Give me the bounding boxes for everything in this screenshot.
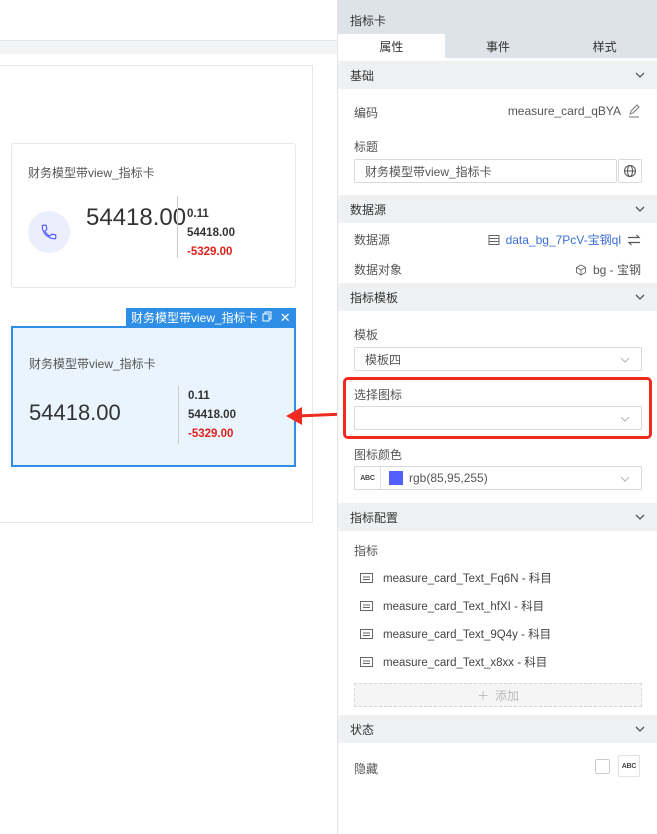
- metric-item[interactable]: measure_card_Text_x8xx - 科目: [360, 654, 547, 670]
- metric-item[interactable]: measure_card_Text_hfXI - 科目: [360, 598, 544, 614]
- divider: [177, 196, 178, 258]
- globe-icon[interactable]: [618, 159, 642, 183]
- metric-item[interactable]: measure_card_Text_9Q4y - 科目: [360, 626, 551, 642]
- divider: [178, 386, 179, 444]
- section-metric-config[interactable]: 指标配置: [338, 503, 657, 531]
- code-value: measure_card_qBYA: [507, 104, 621, 118]
- copy-icon[interactable]: [262, 311, 272, 325]
- section-datasource[interactable]: 数据源: [338, 195, 657, 223]
- swap-icon[interactable]: [627, 234, 641, 246]
- chevron-down-icon: [635, 514, 645, 520]
- metric-item-label: measure_card_Text_x8xx - 科目: [383, 657, 548, 669]
- metric-item-label: measure_card_Text_Fq6N - 科目: [383, 573, 552, 585]
- table-icon: [488, 234, 500, 245]
- chevron-down-icon: [620, 416, 630, 422]
- selected-component-tag[interactable]: 财务模型带view_指标卡 ✕: [126, 308, 296, 327]
- panel-title: 指标卡: [338, 0, 657, 34]
- data-object-value-row: bg - 宝钢: [575, 261, 641, 278]
- tab-styles[interactable]: 样式: [551, 34, 657, 58]
- datasource-value-row: data_bg_7PcV-宝钢ql: [488, 231, 641, 248]
- metrics-label: 指标: [354, 544, 379, 558]
- card-sub-value-1: 0.11: [188, 390, 210, 402]
- add-metric-button[interactable]: ＋ 添加: [354, 683, 642, 707]
- data-object-label: 数据对象: [354, 263, 403, 277]
- code-value-row: measure_card_qBYA: [508, 104, 641, 118]
- metric-item[interactable]: measure_card_Text_Fq6N - 科目: [360, 570, 552, 586]
- canvas-toolbar: [0, 0, 337, 41]
- text-field-icon: [360, 601, 373, 611]
- section-title: 状态: [350, 722, 375, 737]
- selected-component-name: 财务模型带view_指标卡: [131, 311, 258, 325]
- template-label: 模板: [354, 328, 379, 342]
- metric-card-selected[interactable]: 财务模型带view_指标卡 54418.00 0.11 54418.00 -53…: [11, 326, 296, 467]
- card-sub-value-2: 54418.00: [187, 227, 235, 239]
- section-title: 指标模板: [350, 290, 399, 305]
- text-field-icon: [360, 657, 373, 667]
- hide-checkbox[interactable]: [595, 759, 610, 774]
- plus-icon: ＋: [476, 688, 489, 703]
- phone-icon: [28, 211, 70, 253]
- icon-color-value: rgb(85,95,255): [409, 471, 488, 485]
- add-metric-label: 添加: [495, 688, 520, 703]
- chevron-down-icon: [635, 72, 645, 78]
- icon-select[interactable]: [354, 406, 642, 430]
- icon-color-label: 图标颜色: [354, 448, 403, 462]
- tab-events[interactable]: 事件: [445, 34, 552, 58]
- metric-card[interactable]: 财务模型带view_指标卡 54418.00 0.11 54418.00 -53…: [11, 143, 296, 288]
- datasource-link[interactable]: data_bg_7PcV-宝钢ql: [506, 231, 621, 248]
- card-title: 财务模型带view_指标卡: [29, 357, 156, 371]
- card-main-value: 54418.00: [86, 204, 187, 231]
- section-state[interactable]: 状态: [338, 715, 657, 743]
- section-title: 指标配置: [350, 510, 399, 525]
- icon-color-picker[interactable]: ABC rgb(85,95,255): [354, 466, 642, 490]
- chevron-down-icon: [635, 206, 645, 212]
- chevron-down-icon: [635, 294, 645, 300]
- card-sub-value-1: 0.11: [187, 208, 209, 220]
- hide-label: 隐藏: [354, 762, 379, 776]
- section-basic[interactable]: 基础: [338, 61, 657, 89]
- card-title: 财务模型带view_指标卡: [28, 166, 155, 180]
- icon-select-label: 选择图标: [354, 388, 403, 402]
- code-label: 编码: [354, 106, 379, 120]
- tab-properties[interactable]: 属性: [338, 34, 445, 58]
- section-template[interactable]: 指标模板: [338, 283, 657, 311]
- color-swatch[interactable]: [389, 471, 403, 485]
- card-sub-value-3: -5329.00: [187, 246, 233, 258]
- card-sub-value-2: 54418.00: [188, 409, 236, 421]
- card-main-value: 54418.00: [29, 400, 121, 425]
- section-title: 数据源: [350, 202, 387, 217]
- data-object-value: bg - 宝钢: [592, 263, 641, 277]
- text-field-icon: [360, 629, 373, 639]
- edit-icon[interactable]: [627, 104, 641, 118]
- text-field-icon: [360, 573, 373, 583]
- property-panel: 指标卡 属性 事件 样式 基础 编码 measure_card_qBYA 标题 …: [337, 0, 657, 834]
- datasource-label: 数据源: [354, 233, 391, 247]
- metric-item-label: measure_card_Text_hfXI - 科目: [383, 601, 545, 613]
- cube-icon: [576, 263, 586, 276]
- section-title: 基础: [350, 68, 375, 83]
- panel-tabs: 属性 事件 样式: [338, 34, 657, 58]
- metric-item-label: measure_card_Text_9Q4y - 科目: [383, 629, 552, 641]
- template-select[interactable]: 模板四: [354, 347, 642, 371]
- chevron-down-icon: [620, 357, 630, 363]
- title-input[interactable]: 财务模型带view_指标卡: [354, 159, 617, 183]
- chevron-down-icon: [635, 726, 645, 732]
- text-style-icon: ABC: [355, 467, 381, 489]
- template-select-value: 模板四: [365, 352, 402, 367]
- close-icon[interactable]: ✕: [280, 310, 291, 326]
- card-sub-value-3: -5329.00: [188, 428, 234, 440]
- chevron-down-icon: [620, 476, 630, 482]
- design-canvas-area: 财务模型带view_指标卡 54418.00 0.11 54418.00 -53…: [0, 0, 345, 834]
- text-style-icon[interactable]: ABC: [618, 755, 640, 777]
- title-label: 标题: [354, 140, 379, 154]
